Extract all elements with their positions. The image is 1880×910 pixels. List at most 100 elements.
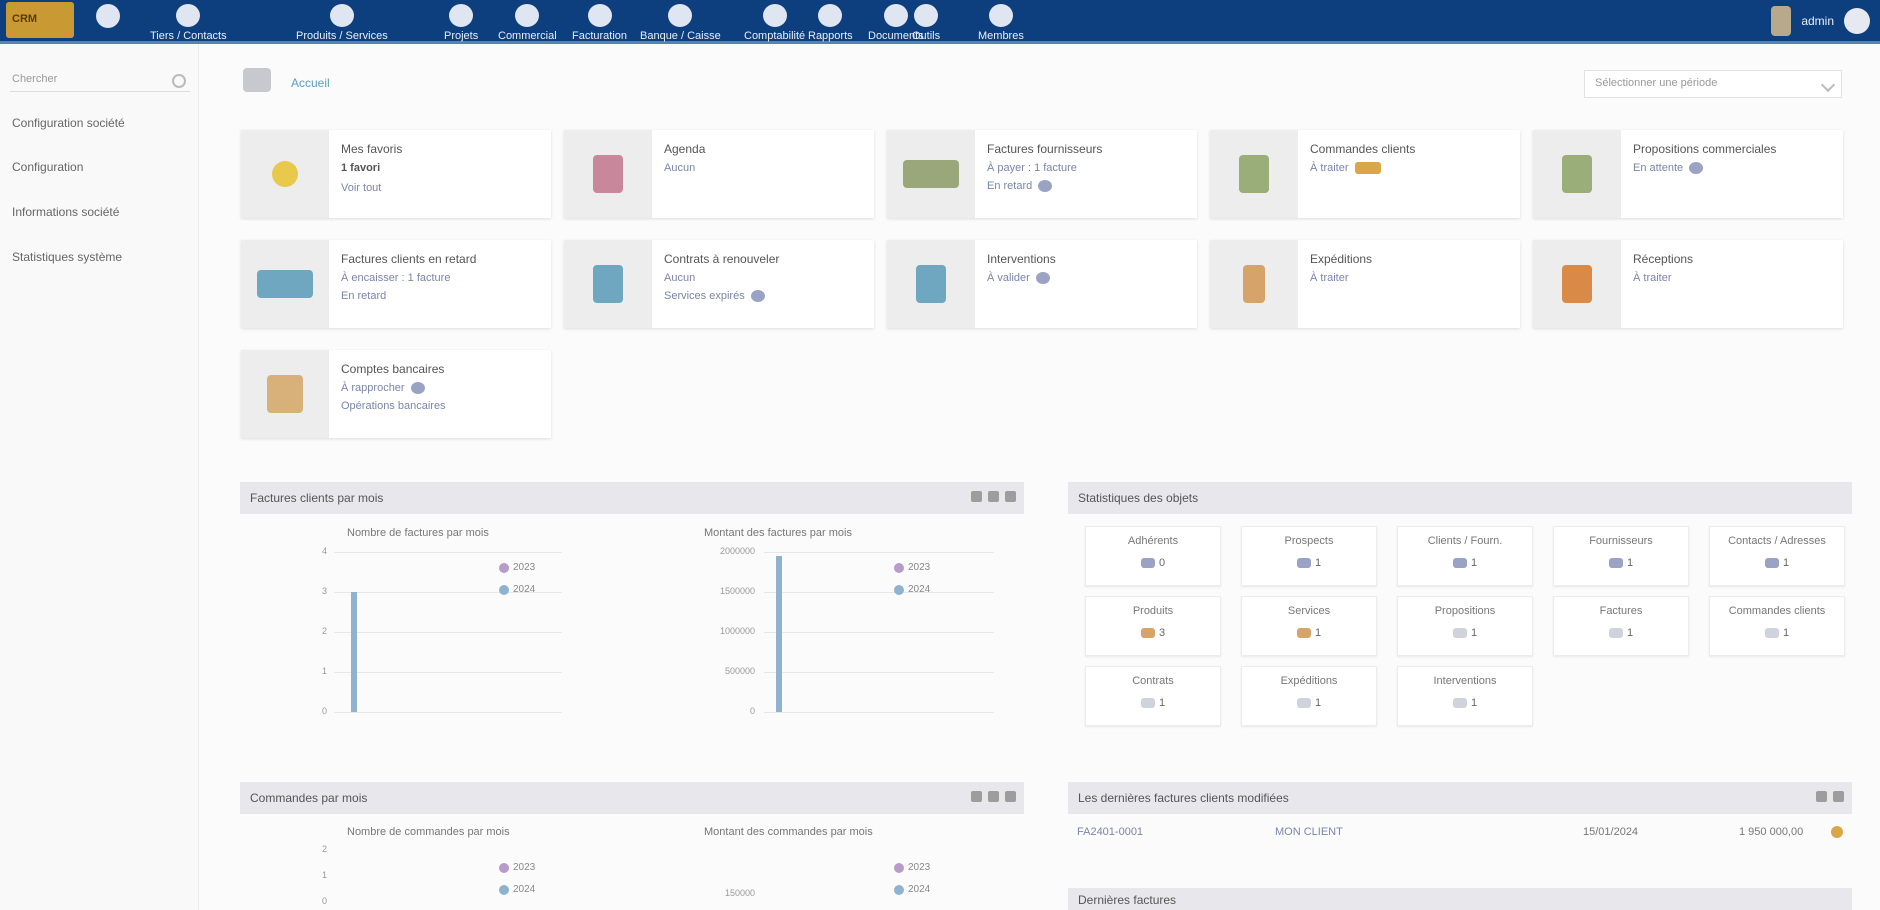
sidebar-item-setup[interactable]: Configuration	[12, 160, 83, 174]
nav-label: Tiers / Contacts	[150, 30, 227, 42]
invoice-ref[interactable]: FA2401-0001	[1077, 826, 1143, 838]
tile-line[interactable]: En retard	[987, 180, 1053, 193]
tile-customer-orders[interactable]: Commandes clients À traiter	[1210, 130, 1520, 218]
tile-line[interactable]: 1 favori	[341, 162, 380, 174]
legend-item: 2023	[894, 862, 930, 873]
tile-line[interactable]: À traiter	[1310, 272, 1349, 284]
nav-accounting[interactable]: Comptabilité	[744, 2, 805, 42]
tile-line[interactable]: À rapprocher	[341, 382, 425, 395]
sidebar-item-company-info[interactable]: Informations société	[12, 205, 119, 219]
nav-bank[interactable]: Banque / Caisse	[640, 2, 721, 42]
y-tick: 4	[321, 546, 327, 556]
tile-interventions[interactable]: Interventions À valider	[887, 240, 1197, 328]
stat-box[interactable]: Expéditions 1	[1241, 666, 1377, 726]
stat-box[interactable]: Contacts / Adresses 1	[1709, 526, 1845, 586]
y-tick: 2	[321, 844, 327, 854]
stat-icon	[1140, 558, 1155, 569]
tile-icon-box	[564, 130, 652, 218]
filter-icon[interactable]	[971, 791, 982, 802]
tile-favorites[interactable]: Mes favoris 1 favori Voir tout	[241, 130, 551, 218]
tile-line[interactable]: À encaisser : 1 facture	[341, 272, 450, 284]
sidebar-item-system-stats[interactable]: Statistiques système	[12, 250, 122, 264]
collapse-icon[interactable]	[988, 791, 999, 802]
stat-box[interactable]: Contrats 1	[1085, 666, 1221, 726]
collapse-icon[interactable]	[1816, 791, 1827, 802]
tile-contracts[interactable]: Contrats à renouveler Aucun Services exp…	[564, 240, 874, 328]
stat-box[interactable]: Propositions 1	[1397, 596, 1533, 656]
stat-box[interactable]: Interventions 1	[1397, 666, 1533, 726]
nav-label: Produits / Services	[296, 30, 388, 42]
stat-number: 1	[1470, 627, 1478, 639]
tile-title: Propositions commerciales	[1633, 142, 1777, 156]
stat-box[interactable]: Clients / Fourn. 1	[1397, 526, 1533, 586]
tile-shipments[interactable]: Expéditions À traiter	[1210, 240, 1520, 328]
legend-item: 2024	[894, 584, 930, 595]
search-icon[interactable]	[172, 74, 186, 88]
document-icon	[593, 265, 623, 303]
close-icon[interactable]	[1833, 791, 1844, 802]
tile-customer-invoices[interactable]: Factures clients en retard À encaisser :…	[241, 240, 551, 328]
stat-box[interactable]: Prospects 1	[1241, 526, 1377, 586]
collapse-icon[interactable]	[988, 491, 999, 502]
tile-line[interactable]: Voir tout	[341, 182, 381, 194]
stat-value: 1	[1242, 557, 1376, 569]
nav-members[interactable]: Membres	[978, 2, 1024, 42]
nav-billing[interactable]: Facturation	[572, 2, 627, 42]
tile-line[interactable]: Aucun	[664, 272, 695, 284]
stat-box[interactable]: Factures 1	[1553, 596, 1689, 656]
sidebar-item-company-setup[interactable]: Configuration société	[12, 116, 125, 130]
user-avatar[interactable]	[1771, 6, 1792, 36]
stat-label: Services	[1287, 605, 1331, 617]
stat-box[interactable]: Commandes clients 1	[1709, 596, 1845, 656]
period-select[interactable]: Sélectionner une période	[1584, 70, 1842, 98]
legend-swatch	[894, 562, 904, 573]
stat-box[interactable]: Fournisseurs 1	[1553, 526, 1689, 586]
nav-reports[interactable]: Rapports	[808, 2, 853, 42]
tile-supplier-invoices[interactable]: Factures fournisseurs À payer : 1 factur…	[887, 130, 1197, 218]
nav-tools[interactable]: Outils	[912, 2, 940, 42]
nav-home[interactable]	[96, 2, 120, 42]
y-tick: 1500000	[719, 586, 755, 596]
tile-bank-accounts[interactable]: Comptes bancaires À rapprocher Opération…	[241, 350, 551, 438]
sidebar-search-input[interactable]: Chercher	[10, 69, 190, 92]
breadcrumb-home[interactable]: Accueil	[291, 76, 330, 90]
money-icon	[257, 270, 313, 298]
stat-box[interactable]: Produits 3	[1085, 596, 1221, 656]
stat-box[interactable]: Services 1	[1241, 596, 1377, 656]
nav-projects[interactable]: Projets	[444, 2, 478, 42]
count-badge	[410, 382, 425, 395]
tile-line[interactable]: À payer : 1 facture	[987, 162, 1077, 174]
tile-receptions[interactable]: Réceptions À traiter	[1533, 240, 1843, 328]
tile-line[interactable]: En retard	[341, 290, 386, 302]
tile-line[interactable]: À traiter	[1633, 272, 1672, 284]
nav-label: Commercial	[498, 30, 557, 42]
tile-line[interactable]: À traiter	[1310, 162, 1381, 175]
close-icon[interactable]	[1005, 791, 1016, 802]
filter-icon[interactable]	[971, 491, 982, 502]
tile-line[interactable]: À valider	[987, 272, 1050, 285]
tile-agenda[interactable]: Agenda Aucun	[564, 130, 874, 218]
tile-line[interactable]: Opérations bancaires	[341, 400, 446, 412]
y-tick: 1000000	[719, 626, 755, 636]
invoice-thirdparty[interactable]: MON CLIENT	[1275, 826, 1343, 838]
tile-line[interactable]: Services expirés	[664, 290, 765, 303]
tile-icon-box	[1210, 240, 1298, 328]
user-name[interactable]: admin	[1801, 14, 1834, 28]
tile-line[interactable]: Aucun	[664, 162, 695, 174]
nav-commercial[interactable]: Commercial	[498, 2, 557, 42]
nav-products[interactable]: Produits / Services	[296, 2, 388, 42]
stat-number: 1	[1626, 627, 1634, 639]
stat-box[interactable]: Adhérents 0	[1085, 526, 1221, 586]
legend-item: 2024	[894, 884, 930, 895]
close-icon[interactable]	[1005, 491, 1016, 502]
y-tick: 1	[321, 666, 327, 676]
nav-thirdparties[interactable]: Tiers / Contacts	[150, 2, 227, 42]
logo-text: CRM	[12, 13, 38, 25]
logout-icon[interactable]	[1844, 8, 1870, 34]
stat-label: Adhérents	[1127, 535, 1179, 547]
panel-header-recent: Les dernières factures clients modifiées	[1068, 782, 1852, 814]
tile-line[interactable]: En attente	[1633, 162, 1704, 175]
reports-icon	[818, 4, 843, 27]
app-logo[interactable]: CRM	[6, 2, 74, 38]
tile-proposals[interactable]: Propositions commerciales En attente	[1533, 130, 1843, 218]
